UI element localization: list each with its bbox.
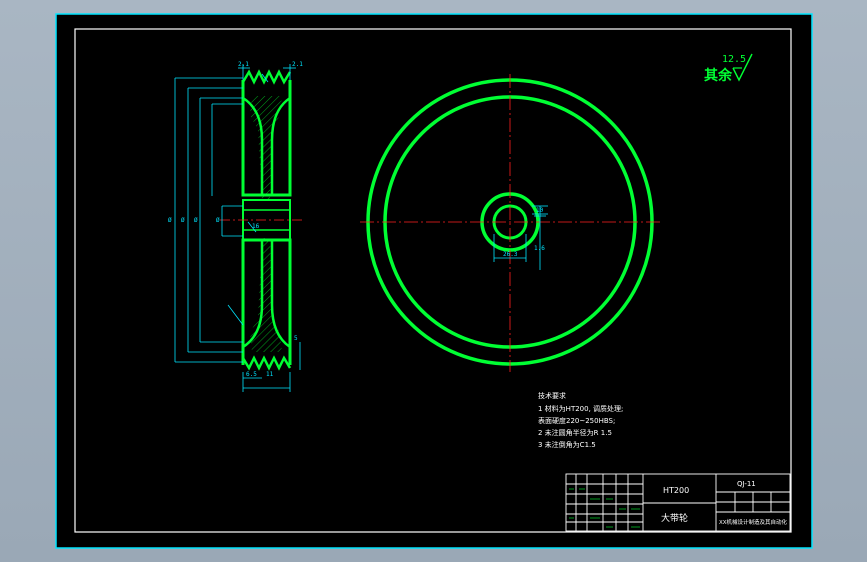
dim-top-left: 2.1 xyxy=(238,61,249,68)
title-block-part-name: 大带轮 xyxy=(661,512,688,524)
title-block-material: HT200 xyxy=(663,486,689,495)
title-block-school: XX机械设计制造及其自动化 xyxy=(719,518,788,526)
tech-req-line-4: 3 未注倒角为C1.5 xyxy=(538,440,596,449)
title-block-drawing-number: QJ-11 xyxy=(737,480,756,488)
dim-keyway-depth: 1.6 xyxy=(534,245,545,252)
dim-bottom-a: 6.5 xyxy=(246,371,257,378)
dim-web: 16 xyxy=(252,223,260,230)
dim-diam-c: Ø xyxy=(194,217,198,224)
tech-req-title: 技术要求 xyxy=(538,391,566,400)
dim-right-side: 5 xyxy=(294,335,298,342)
surface-finish-label: 其余 xyxy=(704,67,733,84)
dim-top-right: 2.1 xyxy=(292,61,303,68)
dim-bottom-b: 11 xyxy=(266,371,274,378)
dim-hub: Ø xyxy=(216,217,220,224)
tech-req-line-3: 2 未注圆角半径为R 1.5 xyxy=(538,428,612,437)
dim-diam-b: Ø xyxy=(181,217,185,224)
tech-req-line-1: 1 材料为HT200, 调质处理; xyxy=(538,404,623,413)
surface-finish-value: 12.5 xyxy=(722,54,746,65)
cad-drawing-canvas: 2.1 2.1 6.5 11 16 5 Ø Ø Ø Ø 26.3 10 1.6 … xyxy=(55,13,813,549)
drawing-background xyxy=(55,13,813,549)
tech-req-line-2: 表面硬度220~250HBS; xyxy=(538,416,615,425)
dim-keyway-width: 10 xyxy=(536,207,544,214)
dim-diam-a: Ø xyxy=(168,217,172,224)
dim-bore: 26.3 xyxy=(503,251,518,258)
